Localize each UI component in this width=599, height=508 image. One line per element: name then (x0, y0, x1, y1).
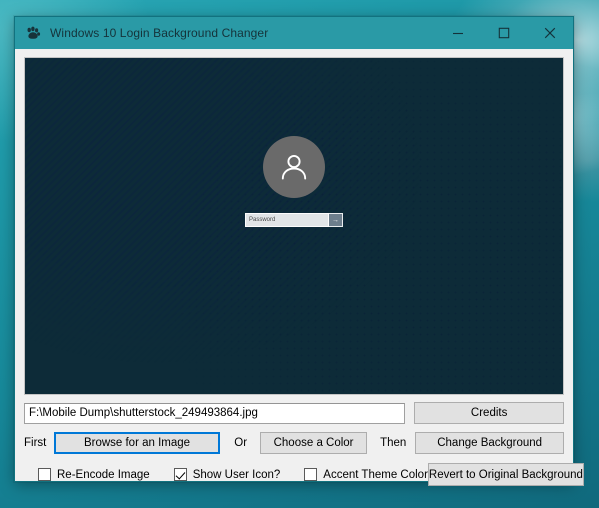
login-password-field[interactable]: Password → (245, 213, 343, 227)
then-label: Then (380, 437, 407, 449)
application-window: Windows 10 Login Background Changer Pass… (14, 16, 584, 486)
window-titlebar[interactable]: Windows 10 Login Background Changer (15, 17, 573, 49)
login-screen-preview[interactable]: Password → (24, 57, 564, 395)
revert-to-original-background-button[interactable]: Revert to Original Background (427, 463, 584, 486)
window-controls (435, 17, 573, 49)
browse-for-image-button[interactable]: Browse for an Image (53, 432, 221, 454)
checkbox-label: Re-Encode Image (57, 468, 150, 481)
options-row: Re-Encode Image Show User Icon? Accent T… (24, 463, 584, 486)
change-background-button[interactable]: Change Background (415, 432, 564, 454)
maximize-button[interactable] (481, 17, 527, 49)
user-avatar-icon (263, 136, 325, 198)
paw-icon (25, 25, 41, 41)
or-label: Or (234, 437, 248, 449)
checkbox-box (304, 468, 318, 481)
path-row: F:\Mobile Dump\shutterstock_249493864.jp… (24, 402, 564, 424)
desktop-background: Windows 10 Login Background Changer Pass… (0, 0, 599, 508)
checkbox-label: Show User Icon? (192, 468, 281, 481)
action-row: First Browse for an Image Or Choose a Co… (24, 432, 564, 454)
password-input[interactable]: Password (245, 213, 329, 227)
checkbox-show-user-icon[interactable]: Show User Icon? (173, 468, 281, 481)
checkbox-re-encode-image[interactable]: Re-Encode Image (38, 468, 150, 481)
image-path-input[interactable]: F:\Mobile Dump\shutterstock_249493864.jp… (24, 402, 406, 424)
credits-button[interactable]: Credits (414, 402, 564, 424)
close-button[interactable] (527, 17, 573, 49)
checkbox-box (38, 468, 51, 481)
window-title: Windows 10 Login Background Changer (50, 26, 269, 40)
password-submit-arrow-icon[interactable]: → (329, 213, 343, 227)
checkbox-label: Accent Theme Color (323, 468, 428, 481)
choose-a-color-button[interactable]: Choose a Color (260, 432, 368, 454)
checkbox-accent-theme-color[interactable]: Accent Theme Color (304, 468, 428, 481)
first-label: First (24, 437, 47, 449)
window-body: Password → F:\Mobile Dump\shutterstock_2… (15, 49, 584, 494)
minimize-button[interactable] (435, 17, 481, 49)
controls-panel: F:\Mobile Dump\shutterstock_249493864.jp… (24, 395, 584, 494)
checkbox-box (173, 468, 187, 481)
